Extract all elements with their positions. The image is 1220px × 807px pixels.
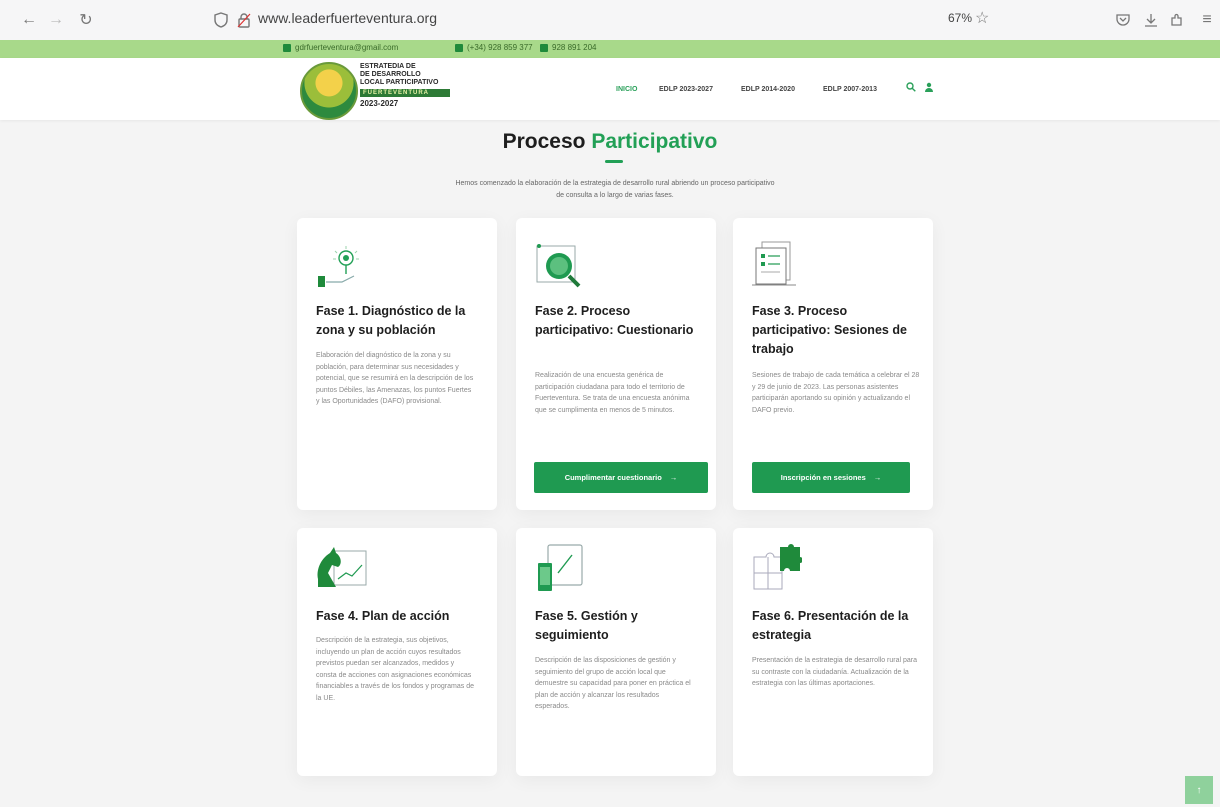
logo-line-3: LOCAL PARTICIPATIVO [360,79,439,86]
contact-email[interactable]: gdrfuerteventura@gmail.com [283,43,398,52]
phase-title-5: Fase 5. Gestión y seguimiento [535,609,638,642]
user-icon[interactable] [924,82,934,95]
scroll-to-top-button[interactable]: ↑ [1185,776,1213,804]
phase-text-1: Elaboración del diagnóstico de la zona y… [316,352,474,405]
document-checklist-icon [752,241,796,286]
phase-title-4: Fase 4. Plan de acción [316,609,450,623]
forward-arrow-icon[interactable]: → [45,9,67,31]
site-logo[interactable] [300,62,358,120]
address-bar[interactable]: www.leaderfuerteventura.org [258,10,437,26]
phone1-text: (+34) 928 859 377 [467,43,533,52]
phone2-text: 928 891 204 [552,43,597,52]
logo-line-1: ESTRATEDIA DE [360,63,416,70]
reload-icon[interactable]: ↻ [75,9,97,31]
browser-toolbar: ← → ↻ www.leaderfuerteventura.org 67% ☆ … [0,0,1220,40]
phase-text-3: Sesiones de trabajo de cada temática a c… [752,372,920,414]
search-icon[interactable] [906,82,916,95]
contact-phone-1[interactable]: (+34) 928 859 377 [455,43,533,52]
cumplimentar-cuestionario-button[interactable]: Cumplimentar cuestionario → [534,462,708,493]
button-label: Inscripción en sesiones [780,473,866,482]
zoom-level[interactable]: 67% [948,11,972,25]
title-part-2: Participativo [591,130,718,153]
mobile-icon [455,43,463,52]
back-arrow-icon[interactable]: ← [18,9,40,31]
nav-edlp-2007[interactable]: EDLP 2007-2013 [823,86,877,93]
phase-title-6: Fase 6. Presentación de la estrategia [752,609,909,642]
puzzle-icon [753,544,802,590]
chess-knight-icon [317,547,367,587]
title-underline [605,160,623,163]
nav-edlp-2023[interactable]: EDLP 2023-2027 [659,86,713,93]
shield-icon[interactable] [210,9,232,31]
phase-title-2: Fase 2. Proceso participativo: Cuestiona… [535,304,694,337]
logo-line-2: DE DESARROLLO [360,71,421,78]
extensions-icon[interactable] [1166,9,1188,31]
download-icon[interactable] [1140,9,1162,31]
nav-edlp-2014[interactable]: EDLP 2014-2020 [741,86,795,93]
magnifier-icon [536,244,581,288]
mail-icon [283,43,291,52]
arrow-up-icon: ↑ [1196,784,1202,796]
lock-icon[interactable] [233,9,255,31]
pocket-icon[interactable] [1112,9,1134,31]
arrow-right-icon: → [669,473,678,482]
hamburger-menu-icon[interactable]: ≡ [1196,9,1218,31]
phase-text-5: Descripción de las disposiciones de gest… [535,657,691,710]
arrow-right-icon: → [873,473,882,482]
contact-bar: gdrfuerteventura@gmail.com (+34) 928 859… [0,40,1220,58]
phone-icon [540,43,548,52]
phase-text-4: Descripción de la estrategia, sus objeti… [316,637,474,702]
logo-text[interactable]: ESTRATEDIA DE DE DESARROLLO LOCAL PARTIC… [360,63,450,108]
lightbulb-hand-icon [318,246,359,287]
tablet-phone-icon [538,544,583,591]
page-title: Proceso Participativo [0,130,1220,154]
intro-text: Hemos comenzado la elaboración de la est… [455,180,775,199]
site-header [0,58,1220,120]
logo-year: 2023-2027 [360,99,399,108]
phase-title-1: Fase 1. Diagnóstico de la zona y su pobl… [316,304,466,337]
logo-band: FUERTEVENTURA [360,89,450,97]
title-part-1: Proceso [502,130,592,153]
phase-title-3: Fase 3. Proceso participativo: Sesiones … [752,304,907,356]
contact-phone-2[interactable]: 928 891 204 [540,43,597,52]
bookmark-star-icon[interactable]: ☆ [975,8,989,28]
email-text: gdrfuerteventura@gmail.com [295,43,399,52]
phase-text-6: Presentación de la estrategia de desarro… [752,657,917,687]
button-label: Cumplimentar cuestionario [564,473,662,482]
phase-text-2: Realización de una encuesta genérica de … [535,372,690,414]
inscripcion-sesiones-button[interactable]: Inscripción en sesiones → [752,462,910,493]
nav-inicio[interactable]: INICIO [616,86,637,93]
